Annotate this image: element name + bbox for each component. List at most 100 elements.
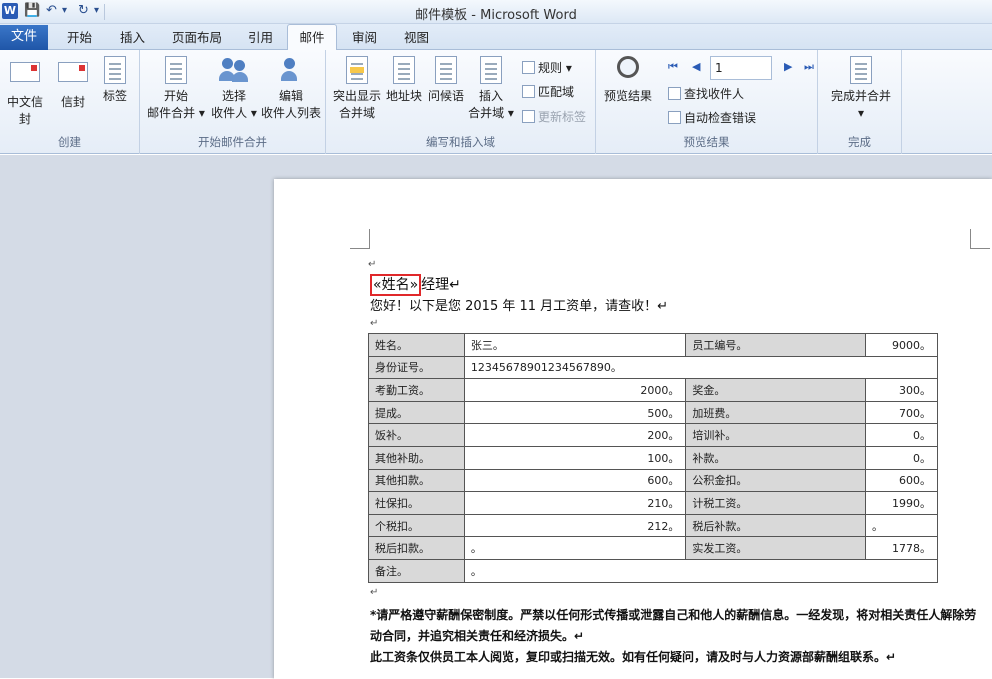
group-start-mail-merge: 开始 邮件合并 ▾ 选择 收件人 ▾ 编辑 收件人列表 开始邮件合并 <box>140 50 326 154</box>
table-cell[interactable]: 210。 <box>463 491 687 515</box>
salutation-line[interactable]: «姓名» 经理↵ <box>370 274 461 296</box>
first-record-icon[interactable]: ⏮ <box>668 60 678 74</box>
preview-results-button[interactable]: 预览结果 <box>600 56 656 105</box>
group-create: 中文信封 信封 标签 创建 <box>0 50 140 154</box>
tab-references[interactable]: 引用 <box>248 28 273 50</box>
table-cell[interactable]: 税后补款。 <box>685 513 867 538</box>
greeting-line-button[interactable]: 问候语 <box>426 56 466 105</box>
table-cell[interactable]: 212。 <box>463 513 687 538</box>
table-cell[interactable]: 500。 <box>463 400 687 425</box>
salary-table[interactable]: 姓名。 张三。 员工编号。 9000。 身份证号。 12345678901234… <box>368 333 939 583</box>
confidentiality-note[interactable]: *请严格遵守薪酬保密制度。严禁以任何形式传播或泄露自己和他人的薪酬信息。一经发现… <box>370 605 980 647</box>
document-workspace[interactable]: ↵ «姓名» 经理↵ 您好！以下是您 2015 年 11 月工资单，请查收！↵ ↵… <box>0 155 992 679</box>
envelope-button[interactable]: 信封 <box>56 56 90 111</box>
table-cell[interactable]: 。 <box>865 513 938 538</box>
highlight-merge-fields-button[interactable]: 突出显示 合并域 <box>330 56 384 122</box>
table-cell[interactable]: 1990。 <box>865 491 938 515</box>
document-page[interactable]: ↵ «姓名» 经理↵ 您好！以下是您 2015 年 11 月工资单，请查收！↵ ↵… <box>274 179 992 679</box>
chinese-envelope-button[interactable]: 中文信封 <box>2 56 48 128</box>
tab-file[interactable]: 文件 <box>0 25 48 50</box>
table-cell[interactable]: 姓名。 <box>368 333 465 357</box>
table-cell[interactable]: 个税扣。 <box>368 513 465 538</box>
table-row: 身份证号。 12345678901234567890。 <box>368 355 939 380</box>
table-cell[interactable]: 张三。 <box>463 333 687 357</box>
table-cell[interactable]: 备注。 <box>368 558 465 583</box>
table-cell[interactable]: 9000。 <box>865 333 938 357</box>
insert-merge-field-button[interactable]: 插入 合并域 ▾ <box>468 56 514 122</box>
auto-check-errors-button[interactable]: 自动检查错误 <box>668 110 756 126</box>
table-cell[interactable]: 实发工资。 <box>685 536 867 560</box>
finish-and-merge-button[interactable]: 完成并合并 ▾ <box>826 56 896 122</box>
last-record-icon[interactable]: ⏭ <box>804 60 814 74</box>
address-block-button[interactable]: 地址块 <box>384 56 424 105</box>
rules-button[interactable]: 规则 ▾ <box>522 60 572 76</box>
group-write-insert-fields: 突出显示 合并域 地址块 问候语 插入 合并域 ▾ 规则 ▾ 匹配域 更新标签 … <box>326 50 596 154</box>
table-cell[interactable]: 饭补。 <box>368 423 465 447</box>
update-labels-button[interactable]: 更新标签 <box>522 109 586 125</box>
tab-page-layout[interactable]: 页面布局 <box>172 28 222 50</box>
table-cell[interactable]: 培训补。 <box>685 423 867 447</box>
ribbon: 中文信封 信封 标签 创建 开始 邮件合并 ▾ 选择 收件人 ▾ 编辑 收件人列… <box>0 50 992 154</box>
people-icon <box>219 56 249 84</box>
table-row: 其他扣款。 600。 公积金扣。 600。 <box>368 468 938 493</box>
record-number-input[interactable]: 1 <box>710 56 772 80</box>
greeting-line[interactable]: 您好！以下是您 2015 年 11 月工资单，请查收！↵ <box>370 295 668 314</box>
find-recipient-button[interactable]: 查找收件人 <box>668 86 744 102</box>
edit-recipient-list-button[interactable]: 编辑 收件人列表 <box>258 56 324 122</box>
group-label-write-insert: 编写和插入域 <box>426 135 495 149</box>
tab-insert[interactable]: 插入 <box>120 28 145 50</box>
table-cell[interactable]: 奖金。 <box>685 378 867 402</box>
tab-view[interactable]: 视图 <box>404 28 429 50</box>
table-cell[interactable]: 1778。 <box>865 536 938 560</box>
tab-review[interactable]: 审阅 <box>352 28 377 50</box>
table-cell[interactable]: 社保扣。 <box>368 491 465 515</box>
table-cell[interactable]: 。 <box>463 558 939 583</box>
table-cell[interactable]: 其他扣款。 <box>368 468 465 493</box>
table-cell[interactable]: 。 <box>463 536 687 560</box>
table-cell[interactable]: 12345678901234567890。 <box>463 355 939 380</box>
insert-field-icon <box>476 56 506 84</box>
previous-record-icon[interactable]: ◀ <box>692 60 700 73</box>
table-cell[interactable]: 200。 <box>463 423 687 447</box>
table-cell[interactable]: 员工编号。 <box>685 333 867 357</box>
match-fields-icon <box>522 85 535 98</box>
table-cell[interactable]: 身份证号。 <box>368 355 465 380</box>
table-cell[interactable]: 700。 <box>865 400 938 425</box>
merge-field-name[interactable]: «姓名» <box>370 274 422 296</box>
group-label-create: 创建 <box>58 135 81 149</box>
match-fields-button[interactable]: 匹配域 <box>522 84 574 100</box>
table-cell[interactable]: 税后扣款。 <box>368 536 465 560</box>
tab-mailings[interactable]: 邮件 <box>287 24 337 51</box>
table-cell[interactable]: 600。 <box>463 468 687 493</box>
document-stack-icon <box>161 56 191 84</box>
table-cell[interactable]: 加班费。 <box>685 400 867 425</box>
table-cell[interactable]: 100。 <box>463 445 687 470</box>
start-mail-merge-button[interactable]: 开始 邮件合并 ▾ <box>144 56 208 122</box>
margin-corner-mark <box>350 229 370 249</box>
finish-merge-icon <box>846 56 876 84</box>
table-row: 饭补。 200。 培训补。 0。 <box>368 423 938 447</box>
update-labels-icon <box>522 110 535 123</box>
next-record-icon[interactable]: ▶ <box>784 60 792 73</box>
tab-home[interactable]: 开始 <box>67 28 92 50</box>
table-cell[interactable]: 600。 <box>865 468 938 493</box>
table-cell[interactable]: 0。 <box>865 445 938 470</box>
notes-paragraph[interactable]: *请严格遵守薪酬保密制度。严禁以任何形式传播或泄露自己和他人的薪酬信息。一经发现… <box>370 605 980 668</box>
margin-corner-mark <box>970 229 990 249</box>
table-cell[interactable]: 考勤工资。 <box>368 378 465 402</box>
select-recipients-button[interactable]: 选择 收件人 ▾ <box>206 56 262 122</box>
table-cell[interactable]: 计税工资。 <box>685 491 867 515</box>
table-row: 税后扣款。 。 实发工资。 1778。 <box>368 536 938 560</box>
usage-note[interactable]: 此工资条仅供员工本人阅览，复印或扫描无效。如有任何疑问，请及时与人力资源部薪酬组… <box>370 647 980 668</box>
labels-button[interactable]: 标签 <box>98 56 132 105</box>
table-cell[interactable]: 0。 <box>865 423 938 447</box>
table-cell[interactable]: 提成。 <box>368 400 465 425</box>
highlight-fields-icon <box>342 56 372 84</box>
find-recipient-icon <box>668 87 681 100</box>
table-cell[interactable]: 其他补助。 <box>368 445 465 470</box>
table-cell[interactable]: 公积金扣。 <box>685 468 867 493</box>
table-cell[interactable]: 2000。 <box>463 378 687 402</box>
table-row: 提成。 500。 加班费。 700。 <box>368 400 938 425</box>
table-cell[interactable]: 补款。 <box>685 445 867 470</box>
table-cell[interactable]: 300。 <box>865 378 938 402</box>
